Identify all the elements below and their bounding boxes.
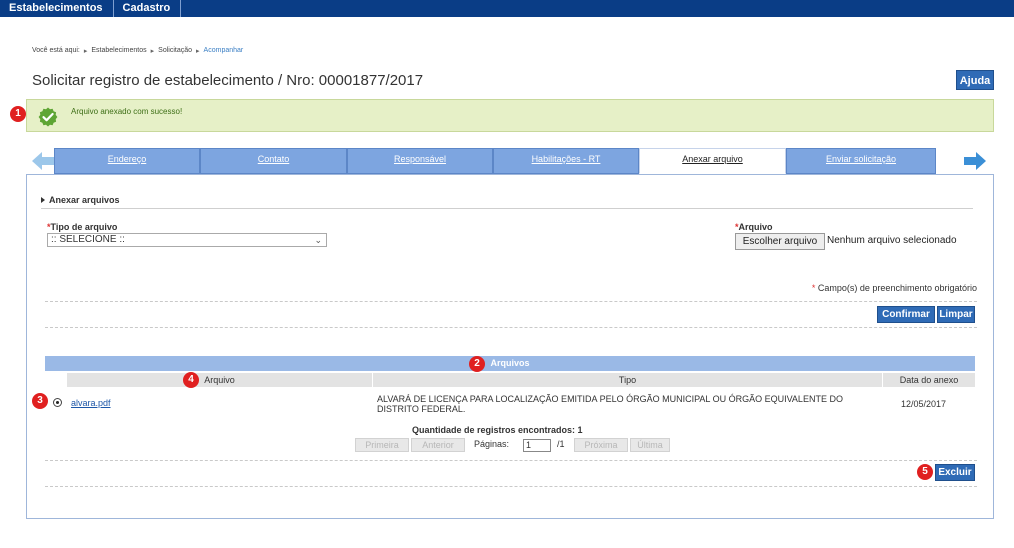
pager-page-input[interactable]: 1 [523, 439, 551, 452]
breadcrumb-item-solicitacao[interactable]: Solicitação [158, 47, 192, 55]
no-file-text: Nenhum arquivo selecionado [827, 235, 957, 246]
callout-badge-1: 1 [10, 106, 26, 122]
confirm-button[interactable]: Confirmar [877, 306, 935, 323]
records-count: Quantidade de registros encontrados: 1 [412, 425, 583, 435]
callout-badge-4: 4 [183, 372, 199, 388]
file-link[interactable]: alvara.pdf [71, 398, 111, 408]
help-button[interactable]: Ajuda [956, 70, 994, 90]
delete-button[interactable]: Excluir [935, 464, 975, 481]
divider [45, 327, 977, 328]
success-message: Arquivo anexado com sucesso! [71, 107, 183, 116]
attach-date-cell: 12/05/2017 [901, 399, 947, 409]
check-circle-icon [38, 107, 58, 127]
divider [45, 486, 977, 487]
column-header-data: Data do anexo [883, 373, 975, 387]
arrow-right-icon[interactable] [964, 151, 986, 171]
breadcrumb-prefix: Você está aqui: [32, 47, 80, 54]
required-asterisk: * [811, 283, 816, 293]
chevron-down-icon: ⌄ [314, 235, 322, 245]
breadcrumb-current: Acompanhar [203, 47, 244, 54]
file-type-cell: ALVARÁ DE LICENÇA PARA LOCALIZAÇÃO EMITI… [377, 394, 843, 414]
pager-next-button[interactable]: Próxima [574, 438, 628, 452]
clear-button[interactable]: Limpar [937, 306, 975, 323]
breadcrumb: Você está aqui: ▸ Estabelecimentos ▸ Sol… [32, 47, 243, 55]
nav-estabelecimentos[interactable]: Estabelecimentos [0, 0, 114, 17]
page-title: Solicitar registro de estabelecimento / … [32, 72, 424, 89]
files-table-title: Arquivos [45, 356, 975, 371]
callout-badge-5: 5 [917, 464, 933, 480]
wizard-tabs: Endereço Contato Responsável Habilitaçõe… [32, 148, 994, 174]
required-note-text: Campo(s) de preenchimento obrigatório [817, 283, 977, 293]
file-type-label: *Tipo de arquivo [47, 222, 117, 232]
file-type-select[interactable]: :: SELECIONE :: ⌄ [47, 233, 327, 247]
triangle-right-icon [41, 197, 45, 203]
tab-responsavel[interactable]: Responsável [347, 148, 493, 174]
pager-pages-label: Páginas: [474, 439, 510, 449]
tab-contato[interactable]: Contato [200, 148, 347, 174]
records-count-label: Quantidade de registros encontrados: [412, 425, 576, 435]
breadcrumb-separator: ▸ [150, 48, 155, 55]
file-type-value: :: SELECIONE :: [51, 234, 125, 245]
breadcrumb-separator: ▸ [196, 48, 200, 55]
column-header-tipo: Tipo [373, 373, 883, 387]
pager-prev-button[interactable]: Anterior [411, 438, 465, 452]
row-select-radio[interactable] [53, 398, 62, 407]
top-nav: Estabelecimentos Cadastro [0, 0, 1014, 17]
callout-badge-2: 2 [469, 356, 485, 372]
required-note: * Campo(s) de preenchimento obrigatório [812, 283, 977, 293]
column-header-arquivo: Arquivo [67, 373, 373, 387]
callout-badge-3: 3 [32, 393, 48, 409]
success-alert: Arquivo anexado com sucesso! [26, 99, 994, 132]
pager-total: /1 [557, 439, 565, 449]
pager-last-button[interactable]: Última [630, 438, 670, 452]
pager-first-button[interactable]: Primeira [355, 438, 409, 452]
divider [45, 301, 977, 302]
tab-enviar-solicitacao[interactable]: Enviar solicitação [786, 148, 936, 174]
file-label-text: Arquivo [738, 222, 773, 232]
records-count-value: 1 [577, 425, 583, 435]
file-label: *Arquivo [735, 222, 773, 232]
tab-habilitacoes-rt[interactable]: Habilitações - RT [493, 148, 639, 174]
section-title: Anexar arquivos [49, 195, 120, 205]
file-type-line2: DISTRITO FEDERAL. [377, 404, 466, 414]
tab-endereco[interactable]: Endereço [54, 148, 200, 174]
file-type-label-text: Tipo de arquivo [50, 222, 118, 232]
breadcrumb-item-estabelecimentos[interactable]: Estabelecimentos [91, 47, 146, 55]
divider [45, 460, 977, 461]
nav-cadastro[interactable]: Cadastro [114, 0, 182, 17]
file-type-line1: ALVARÁ DE LICENÇA PARA LOCALIZAÇÃO EMITI… [377, 394, 843, 404]
attach-panel: Anexar arquivos *Tipo de arquivo :: SELE… [26, 174, 994, 519]
breadcrumb-separator: ▸ [83, 48, 88, 55]
section-header: Anexar arquivos [41, 195, 973, 209]
arrow-left-icon[interactable] [32, 151, 54, 171]
files-table-title-text: Arquivos [490, 358, 530, 368]
tab-anexar-arquivo[interactable]: Anexar arquivo [639, 148, 786, 174]
choose-file-button[interactable]: Escolher arquivo [735, 233, 825, 250]
